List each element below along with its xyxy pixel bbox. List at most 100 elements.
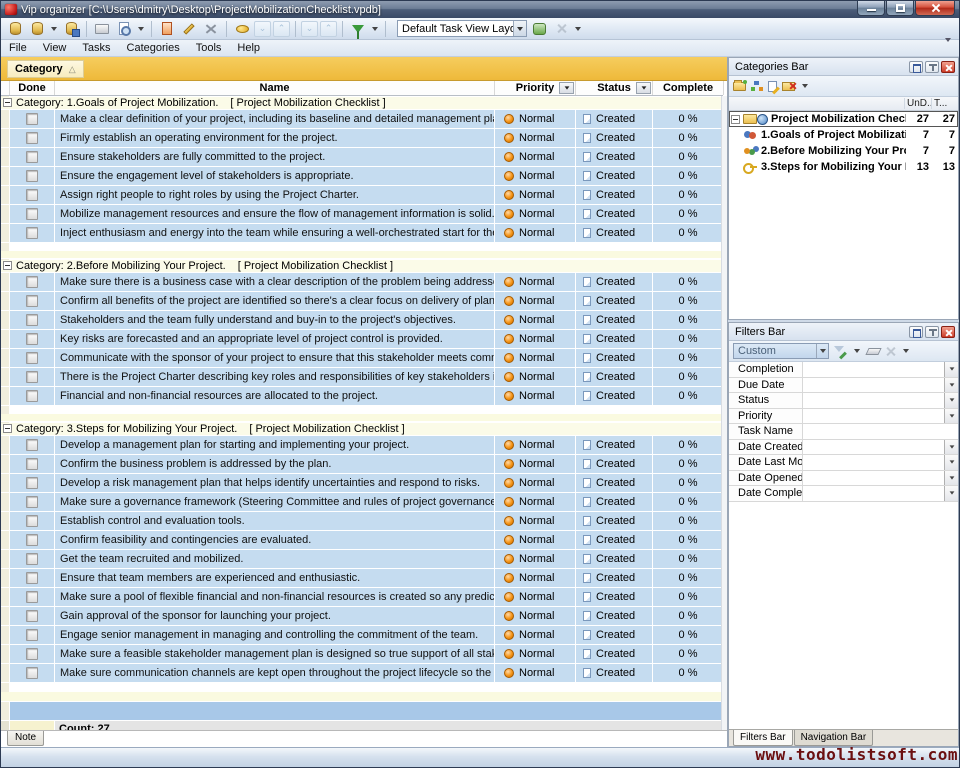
filter-field-dropdown[interactable] <box>944 393 958 408</box>
task-row[interactable]: Make sure a governance framework (Steeri… <box>1 493 723 511</box>
priority-filter-dropdown[interactable] <box>559 82 574 94</box>
task-row[interactable]: Make sure a pool of flexible financial a… <box>1 588 723 606</box>
vertical-scrollbar[interactable] <box>721 96 727 730</box>
done-checkbox[interactable] <box>26 208 38 220</box>
edit-category-button[interactable] <box>768 81 777 92</box>
minimize-button[interactable] <box>857 1 885 16</box>
collapse-category-icon[interactable] <box>3 261 12 270</box>
task-row[interactable]: Make a clear definition of your project,… <box>1 110 723 128</box>
menu-item[interactable]: Categories <box>119 41 188 55</box>
task-row[interactable]: Inject enthusiasm and energy into the te… <box>1 224 723 242</box>
panel-close-button[interactable] <box>941 326 955 338</box>
filter-field-input[interactable] <box>803 409 944 424</box>
done-checkbox[interactable] <box>26 629 38 641</box>
status-filter-dropdown[interactable] <box>636 82 651 94</box>
print-preview-button[interactable] <box>114 20 134 38</box>
category-row[interactable]: Category: 2.Before Mobilizing Your Proje… <box>1 259 723 272</box>
layout-selector-dropdown[interactable] <box>513 21 526 36</box>
panel-restore-button[interactable] <box>909 326 923 338</box>
done-checkbox[interactable] <box>26 667 38 679</box>
task-row[interactable]: Assign right people to right roles by us… <box>1 186 723 204</box>
collapse-category-icon[interactable] <box>3 98 12 107</box>
task-row[interactable]: Make sure a feasible stakeholder managem… <box>1 645 723 663</box>
dock-tab[interactable]: Filters Bar <box>733 730 793 746</box>
task-row[interactable]: There is the Project Charter describing … <box>1 368 723 386</box>
task-row[interactable]: Ensure stakeholders are fully committed … <box>1 148 723 166</box>
task-row[interactable]: Ensure that team members are experienced… <box>1 569 723 587</box>
remove-filter-button[interactable] <box>885 346 896 357</box>
note-tab[interactable]: Note <box>7 731 44 746</box>
filter-field-dropdown[interactable] <box>944 471 958 486</box>
done-checkbox[interactable] <box>26 439 38 451</box>
done-checkbox[interactable] <box>26 496 38 508</box>
done-checkbox[interactable] <box>26 189 38 201</box>
filter-field-dropdown[interactable] <box>944 440 958 455</box>
done-checkbox[interactable] <box>26 113 38 125</box>
task-row[interactable]: Make sure communication channels are kep… <box>1 664 723 682</box>
apply-filter-caret-icon[interactable] <box>854 349 860 353</box>
collapse-tree-icon[interactable] <box>731 115 740 124</box>
done-checkbox[interactable] <box>26 553 38 565</box>
filter-field-input[interactable] <box>803 486 944 501</box>
filter-caret-icon[interactable] <box>372 27 378 31</box>
panel-pin-button[interactable] <box>925 326 939 338</box>
move-down-button[interactable]: ⌄ <box>254 21 271 37</box>
menu-item[interactable]: Tasks <box>74 41 118 55</box>
filter-field-dropdown[interactable] <box>944 378 958 393</box>
panel-restore-button[interactable] <box>909 61 923 73</box>
tree-col-total[interactable]: T... <box>931 98 958 109</box>
task-row[interactable]: Get the team recruited and mobilized. No… <box>1 550 723 568</box>
done-checkbox[interactable] <box>26 648 38 660</box>
print-button[interactable] <box>92 20 112 38</box>
done-checkbox[interactable] <box>26 295 38 307</box>
panel-close-button[interactable] <box>941 61 955 73</box>
done-checkbox[interactable] <box>26 314 38 326</box>
done-checkbox[interactable] <box>26 610 38 622</box>
filter-field-input[interactable] <box>803 393 944 408</box>
task-row[interactable]: Establish control and evaluation tools. … <box>1 512 723 530</box>
delete-task-button[interactable] <box>201 20 221 38</box>
open-database-button[interactable] <box>27 20 47 38</box>
new-database-button[interactable] <box>5 20 25 38</box>
selected-empty-row[interactable] <box>1 702 723 720</box>
filter-field-input[interactable] <box>803 471 944 486</box>
collapse-category-icon[interactable] <box>3 424 12 433</box>
title-bar[interactable]: Vip organizer [C:\Users\dmitry\Desktop\P… <box>1 1 959 18</box>
category-row[interactable]: Category: 3.Steps for Mobilizing Your Pr… <box>1 422 723 435</box>
filter-preset-dropdown[interactable] <box>816 344 828 358</box>
group-by-category-chip[interactable]: Category <box>7 60 84 78</box>
layout-selector[interactable]: Default Task View Layout <box>397 20 527 37</box>
tree-col-undone[interactable]: UnD... <box>904 98 931 109</box>
category-tree-item[interactable]: 3.Steps for Mobilizing Your Pro 13 13 <box>729 159 958 175</box>
done-checkbox[interactable] <box>26 477 38 489</box>
task-row[interactable]: Mobilize management resources and ensure… <box>1 205 723 223</box>
category-tree-item[interactable]: 2.Before Mobilizing Your Projec 7 7 <box>729 143 958 159</box>
filter-field-dropdown[interactable] <box>944 455 958 470</box>
filter-field-dropdown[interactable] <box>944 486 958 501</box>
header-status[interactable]: Status <box>576 81 652 95</box>
filter-field-input[interactable] <box>803 424 958 439</box>
task-row[interactable]: Engage senior management in managing and… <box>1 626 723 644</box>
header-done[interactable]: Done <box>10 81 54 95</box>
done-checkbox[interactable] <box>26 276 38 288</box>
task-row[interactable]: Confirm all benefits of the project are … <box>1 292 723 310</box>
filter-field-input[interactable] <box>803 440 944 455</box>
move-up-button[interactable]: ⌃ <box>273 21 290 37</box>
done-checkbox[interactable] <box>26 390 38 402</box>
dock-tab[interactable]: Navigation Bar <box>794 730 874 746</box>
categories-toolbar-caret-icon[interactable] <box>802 84 808 88</box>
category-tree-item[interactable]: 1.Goals of Project Mobilization. 7 7 <box>729 127 958 143</box>
edit-task-button[interactable] <box>179 20 199 38</box>
done-checkbox[interactable] <box>26 151 38 163</box>
delete-category-button[interactable] <box>782 82 795 91</box>
done-checkbox[interactable] <box>26 458 38 470</box>
open-database-caret-icon[interactable] <box>51 27 57 31</box>
layout-caret-icon[interactable] <box>575 27 581 31</box>
maximize-button[interactable] <box>886 1 914 16</box>
done-checkbox[interactable] <box>26 591 38 603</box>
print-caret-icon[interactable] <box>138 27 144 31</box>
filter-field-input[interactable] <box>803 378 944 393</box>
panel-pin-button[interactable] <box>925 61 939 73</box>
header-priority[interactable]: Priority <box>495 81 575 95</box>
done-checkbox[interactable] <box>26 132 38 144</box>
